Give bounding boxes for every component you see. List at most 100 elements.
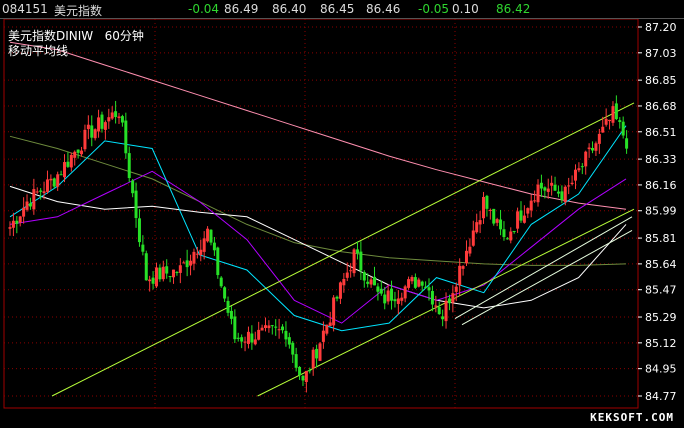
candle-up bbox=[202, 238, 206, 252]
candle-down bbox=[614, 103, 618, 120]
candle-up bbox=[93, 129, 97, 139]
candle-down bbox=[15, 220, 19, 224]
candle-down bbox=[120, 116, 124, 123]
candle-down bbox=[485, 195, 489, 209]
candle-down bbox=[512, 230, 516, 232]
y-tick-label: 87.20 bbox=[645, 21, 677, 34]
candle-down bbox=[158, 267, 162, 280]
candle-up bbox=[567, 185, 571, 187]
candle-down bbox=[376, 286, 380, 292]
chart-period: 60分钟 bbox=[104, 29, 144, 43]
candle-up bbox=[522, 215, 526, 223]
candle-up bbox=[49, 178, 53, 181]
candle-up bbox=[417, 279, 421, 287]
candle-down bbox=[315, 348, 319, 359]
candle-up bbox=[257, 329, 261, 340]
candle-up bbox=[32, 189, 36, 210]
candle-down bbox=[379, 288, 383, 294]
candle-up bbox=[178, 265, 182, 273]
candle-up bbox=[148, 279, 152, 282]
candle-down bbox=[308, 370, 312, 372]
candle-up bbox=[103, 122, 107, 130]
price-value-2: 86.40 bbox=[272, 2, 307, 16]
candle-down bbox=[390, 288, 394, 301]
candle-down bbox=[373, 276, 377, 286]
watermark: KEKSOFT.COM bbox=[590, 411, 674, 424]
candle-up bbox=[396, 298, 400, 304]
candle-up bbox=[56, 174, 60, 187]
candle-down bbox=[281, 326, 285, 331]
candle-down bbox=[134, 190, 138, 219]
candle-down bbox=[59, 174, 63, 176]
candle-down bbox=[66, 161, 70, 167]
candle-down bbox=[424, 286, 428, 288]
candle-down bbox=[212, 242, 216, 251]
y-tick-label: 86.51 bbox=[645, 126, 677, 139]
candle-up bbox=[86, 124, 90, 130]
candle-up bbox=[192, 251, 196, 264]
candle-up bbox=[386, 290, 390, 302]
candle-up bbox=[263, 325, 267, 329]
candle-up bbox=[468, 246, 472, 254]
candle-up bbox=[454, 286, 458, 292]
y-tick-label: 86.85 bbox=[645, 74, 677, 87]
ma-cyan-line bbox=[9, 125, 627, 332]
price-value-3: 86.45 bbox=[320, 2, 355, 16]
y-tick-label: 85.81 bbox=[645, 232, 677, 245]
value-6: 86.42 bbox=[496, 2, 531, 16]
candle-up bbox=[550, 182, 554, 186]
candle-down bbox=[437, 307, 441, 315]
candle-up bbox=[349, 270, 353, 272]
candle-up bbox=[97, 117, 101, 132]
candle-up bbox=[495, 219, 499, 223]
candle-down bbox=[274, 326, 278, 328]
candle-down bbox=[553, 184, 557, 191]
candle-up bbox=[482, 196, 486, 219]
symbol-name: 美元指数 bbox=[54, 4, 103, 18]
candle-down bbox=[427, 287, 431, 291]
candle-down bbox=[240, 337, 244, 342]
candle-down bbox=[420, 281, 424, 286]
candle-up bbox=[573, 169, 577, 181]
candle-down bbox=[625, 138, 629, 149]
candle-up bbox=[172, 269, 176, 278]
candle-down bbox=[499, 219, 503, 230]
candle-up bbox=[338, 282, 342, 299]
price-value-1: 86.49 bbox=[224, 2, 259, 16]
candle-down bbox=[270, 325, 274, 327]
value-5: 0.10 bbox=[452, 2, 479, 16]
candle-up bbox=[328, 322, 332, 326]
candle-down bbox=[539, 182, 543, 189]
candle-up bbox=[321, 330, 325, 342]
candle-up bbox=[584, 151, 588, 167]
candle-down bbox=[216, 247, 220, 276]
candle-up bbox=[277, 329, 281, 331]
candlestick-chart[interactable]: 87.20 87.03 86.85 86.68 86.51 86.33 86.16 85.99… bbox=[0, 0, 684, 428]
candle-up bbox=[478, 220, 482, 225]
candle-up bbox=[304, 370, 308, 383]
candle-up bbox=[471, 230, 475, 246]
change-value: -0.04 bbox=[188, 2, 220, 16]
candle-down bbox=[430, 291, 434, 305]
candle-down bbox=[291, 342, 295, 355]
candle-up bbox=[464, 250, 468, 264]
y-tick-label: 85.47 bbox=[645, 284, 677, 297]
candle-down bbox=[505, 238, 509, 240]
candle-down bbox=[250, 333, 254, 343]
candle-down bbox=[28, 203, 32, 207]
candle-up bbox=[22, 207, 26, 217]
candle-up bbox=[18, 216, 22, 223]
candle-up bbox=[246, 331, 250, 344]
candle-up bbox=[161, 266, 165, 280]
candle-up bbox=[318, 343, 322, 361]
change-value-2: -0.05 bbox=[418, 2, 450, 16]
candle-down bbox=[543, 187, 547, 191]
candle-down bbox=[226, 300, 230, 313]
candle-down bbox=[223, 287, 227, 299]
candle-up bbox=[587, 147, 591, 150]
candle-down bbox=[301, 375, 305, 381]
candle-up bbox=[516, 211, 520, 229]
candle-up bbox=[461, 266, 465, 269]
candle-down bbox=[413, 277, 417, 288]
candle-up bbox=[458, 265, 462, 286]
